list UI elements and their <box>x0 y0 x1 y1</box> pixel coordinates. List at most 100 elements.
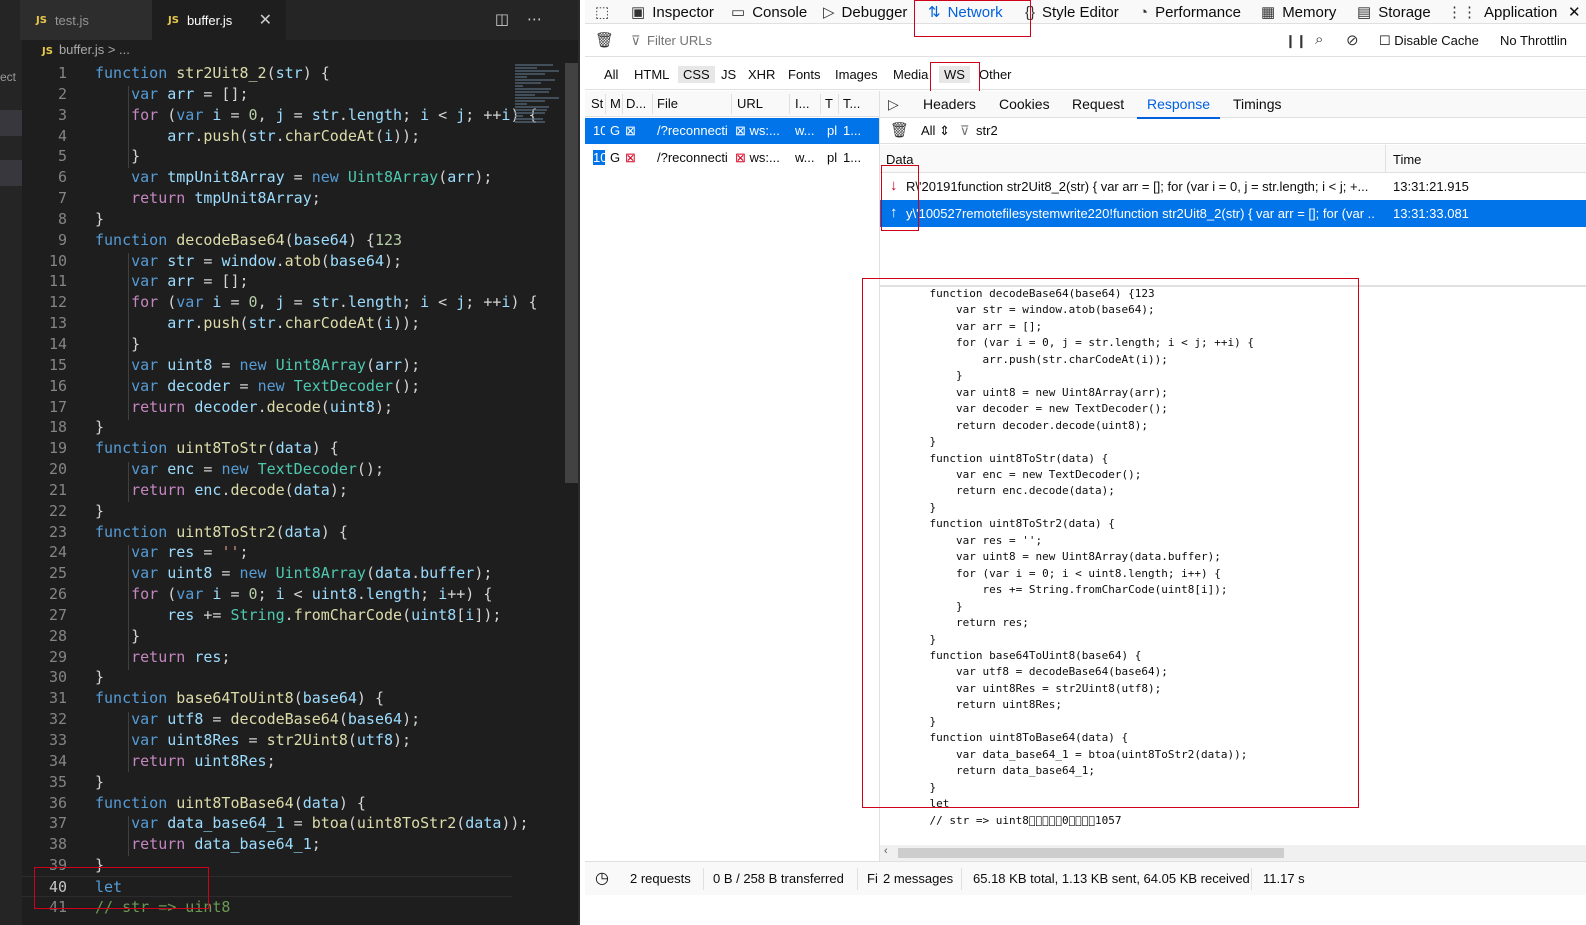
type-images[interactable]: Images <box>830 66 883 83</box>
more-actions-icon[interactable]: ⋯ <box>527 10 560 28</box>
explorer-item[interactable] <box>0 160 22 186</box>
explorer-strip: ect <box>0 40 22 925</box>
tab-application[interactable]: ⋮⋮ Application <box>1447 2 1557 22</box>
trash-icon[interactable]: 🗑 <box>595 31 614 49</box>
pick-element-button[interactable]: ⬚ <box>595 2 616 22</box>
type-html[interactable]: HTML <box>629 66 674 83</box>
tab-inspector[interactable]: ▣ Inspector <box>631 2 714 22</box>
insecure-icon: ⊠ <box>625 123 636 138</box>
debugger-icon: ▷ <box>823 4 835 21</box>
tab-network[interactable]: ⇅ Network <box>928 2 1003 22</box>
received-arrow-icon: ↓ <box>890 177 898 194</box>
col-type[interactable]: T <box>825 96 833 111</box>
message-payload[interactable]: function decodeBase64(base64) {123 var s… <box>903 286 1563 826</box>
ws-url: ⊠ ws:... <box>735 123 780 138</box>
js-file-icon: JS <box>42 46 53 57</box>
explorer-item[interactable] <box>0 110 22 136</box>
inspector-icon: ▣ <box>631 4 646 21</box>
code-area[interactable]: 1 function str2Uit8_2(str) { 2 var arr = … <box>22 63 538 918</box>
message-count: 2 messages <box>883 871 954 886</box>
type-css[interactable]: CSS <box>678 66 715 83</box>
breadcrumb-text: buffer.js > ... <box>58 42 130 57</box>
insecure-icon: ⊠ <box>735 123 750 138</box>
tab-headers[interactable]: Headers <box>923 96 976 112</box>
timer-icon: ◷ <box>595 870 609 887</box>
filter-icon: ⊽ <box>631 33 641 48</box>
explorer-label: ect <box>0 70 17 84</box>
tab-memory[interactable]: ▦ Memory <box>1261 2 1336 22</box>
sent-arrow-icon: ↑ <box>890 204 898 221</box>
filter-icon: ⊽ <box>960 123 970 138</box>
minimap[interactable] <box>515 63 565 143</box>
type-js[interactable]: JS <box>716 66 741 83</box>
col-data[interactable]: Data <box>886 152 913 167</box>
tab-performance[interactable]: ◔ Performance <box>1139 2 1241 22</box>
message-filter-input[interactable]: str2 <box>976 123 998 138</box>
type-xhr[interactable]: XHR <box>743 66 780 83</box>
throttling-select[interactable]: No Throttlin <box>1500 33 1567 48</box>
devtools-panel: ⬚ ▣ Inspector ▭ Console ▷ Debugger ⇅ Network… <box>585 0 1586 925</box>
type-media[interactable]: Media <box>888 66 933 83</box>
type-filter-bar: All HTML CSS JS XHR Fonts Images Media W… <box>585 60 1586 90</box>
disable-cache-checkbox[interactable]: ☐ Disable Cache <box>1379 33 1479 49</box>
col-status[interactable]: St <box>591 96 603 111</box>
storage-icon: ▤ <box>1357 4 1372 21</box>
message-row[interactable]: ↑ y\'100527remotefilesystemwrite220!func… <box>880 200 1586 227</box>
pause-icon[interactable]: ❙❙ <box>1285 33 1307 49</box>
col-url[interactable]: URL <box>737 96 763 111</box>
tab-storage[interactable]: ▤ Storage <box>1357 2 1431 22</box>
trash-icon[interactable]: 🗑 <box>890 121 909 139</box>
search-icon[interactable]: ⌕ <box>1315 31 1323 48</box>
tab-debugger[interactable]: ▷ Debugger <box>823 2 907 22</box>
tab-timings[interactable]: Timings <box>1233 96 1282 112</box>
col-initiator[interactable]: I... <box>795 96 809 111</box>
code-editor: JS test.js JS buffer.js ✕ ◫⋯ ect JS buffe… <box>0 0 580 925</box>
message-filter-bar: 🗑 All ⇕ ⊽ str2 <box>880 118 1586 144</box>
col-domain[interactable]: D... <box>626 96 650 111</box>
request-row[interactable]: 10 G ⊠ /?reconnecti ⊠ ws:... w... pl 1..… <box>585 118 880 144</box>
js-file-icon: JS <box>168 14 179 26</box>
tab-console[interactable]: ▭ Console <box>731 2 807 22</box>
message-row[interactable]: ↓ R\'20191function str2Uit8_2(str) { var… <box>880 173 1586 200</box>
breadcrumb[interactable]: JS buffer.js > ... <box>42 42 130 57</box>
network-filter-bar: 🗑 ⊽ Filter URLs ❙❙ ⌕ ⊘ ☐ Disable Cache N… <box>585 27 1586 57</box>
col-transferred[interactable]: T... <box>843 96 860 111</box>
split-editor-icon[interactable]: ◫ <box>495 10 527 28</box>
finish-time: Fi <box>867 871 878 886</box>
transferred-size: 0 B / 258 B transferred <box>713 871 844 886</box>
request-row[interactable]: 10 G ⊠ /?reconnecti ⊠ ws:... w... pl 1..… <box>585 145 880 171</box>
tab-cookies[interactable]: Cookies <box>999 96 1050 112</box>
col-time[interactable]: Time <box>1393 152 1421 167</box>
col-method[interactable]: M <box>610 96 620 111</box>
payload-scrollbar[interactable]: ‹ <box>880 845 1586 861</box>
js-file-icon: JS <box>36 14 47 26</box>
filter-urls-input[interactable]: Filter URLs <box>647 33 712 48</box>
tab-test-js[interactable]: JS test.js <box>20 0 152 40</box>
request-list-header: St M D... File URL I... T T... <box>585 91 880 117</box>
editor-scrollbar[interactable] <box>565 63 579 483</box>
type-fonts[interactable]: Fonts <box>783 66 826 83</box>
toggle-sidebar-icon[interactable]: ▷ <box>888 96 899 113</box>
request-count: 2 requests <box>630 871 691 886</box>
status-bar: ◷ 2 requests 0 B / 258 B transferred Fi … <box>585 861 1586 895</box>
message-totals: 65.18 KB total, 1.13 KB sent, 64.05 KB r… <box>973 871 1250 886</box>
type-all[interactable]: All <box>599 66 623 83</box>
tab-request[interactable]: Request <box>1072 96 1124 112</box>
col-file[interactable]: File <box>657 96 678 111</box>
message-type-select[interactable]: All ⇕ <box>921 123 950 139</box>
tab-style-editor[interactable]: {} Style Editor <box>1025 2 1119 22</box>
detail-tabs: ▷ Headers Cookies Request Response Timin… <box>880 91 1586 119</box>
performance-icon: ◔ <box>1139 3 1149 21</box>
scroll-left-icon[interactable]: ‹ <box>884 845 888 857</box>
tab-response[interactable]: Response <box>1136 96 1221 119</box>
tab-buffer-js[interactable]: JS buffer.js ✕ <box>152 0 286 40</box>
type-other[interactable]: Other <box>974 66 1017 83</box>
close-icon[interactable]: ✕ <box>259 10 272 30</box>
connection-duration: 11.17 s <box>1263 871 1305 886</box>
close-devtools-icon[interactable]: ✕ <box>1568 2 1581 22</box>
type-ws[interactable]: WS <box>939 66 970 83</box>
block-icon[interactable]: ⊘ <box>1346 31 1359 49</box>
messages-header: Data Time <box>880 145 1586 173</box>
network-icon: ⇅ <box>928 4 941 21</box>
devtools-toolbar: ⬚ ▣ Inspector ▭ Console ▷ Debugger ⇅ Network… <box>585 0 1586 24</box>
